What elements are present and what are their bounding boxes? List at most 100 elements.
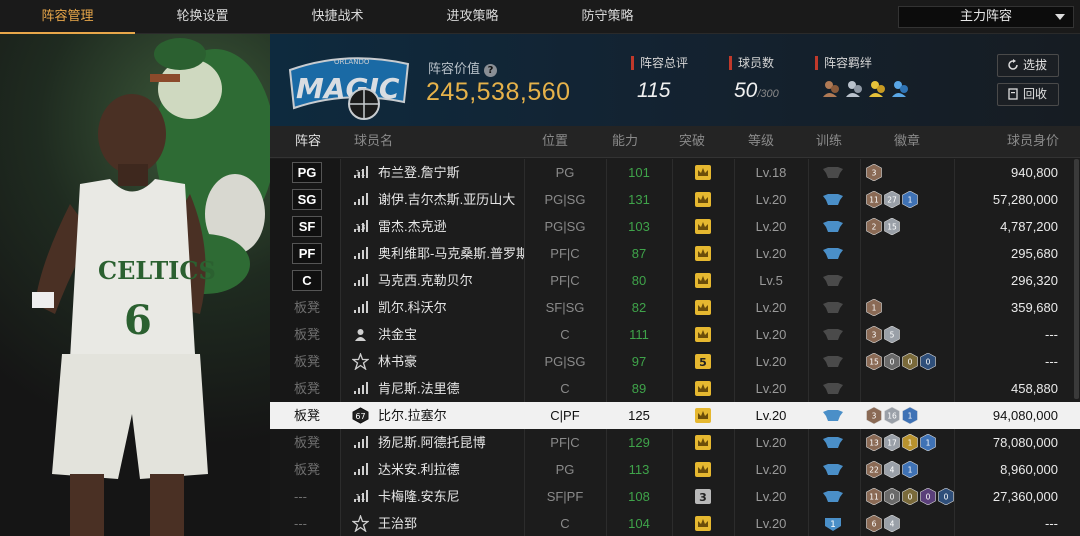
bench-slot-label[interactable]: 板凳 [294,294,320,321]
player-badge-icon[interactable]: 1 [920,434,936,451]
player-name[interactable]: 卡梅隆.安东尼 [378,483,524,510]
position-slot-box[interactable]: PF [292,243,322,264]
badges-cell[interactable]: 22 4 1 [866,456,954,483]
player-badge-icon[interactable]: 16 [884,407,900,424]
recycle-button[interactable]: 回收 [997,83,1059,106]
breakthrough-cell[interactable]: 5 [672,348,734,375]
lineup-dropdown[interactable]: 主力阵容 [898,6,1074,28]
player-name[interactable]: 雷杰.杰克逊 [378,213,524,240]
player-name[interactable]: 林书豪 [378,348,524,375]
training-cell[interactable] [808,483,860,510]
player-badge-icon[interactable]: 1 [902,407,918,424]
player-badge-icon[interactable]: 0 [938,488,954,505]
bond-bronze-icon[interactable] [821,79,841,99]
table-row[interactable]: C 马克西.克勒贝尔 PF|C 80 Lv.5 296,320 [270,267,1080,294]
training-cell[interactable] [808,159,860,186]
badges-cell[interactable] [866,375,954,402]
bond-silver-icon[interactable] [844,79,864,99]
col-header-position[interactable]: 位置 [542,126,568,158]
player-name[interactable]: 达米安.利拉德 [378,456,524,483]
bench-slot-label[interactable]: 板凳 [294,348,320,375]
table-row[interactable]: 板凳 达米安.利拉德 PG 113 Lv.20 22 4 1 8,960,000 [270,456,1080,483]
bond-gold-icon[interactable] [867,79,887,99]
badges-cell[interactable] [866,240,954,267]
breakthrough-cell[interactable] [672,402,734,429]
badges-cell[interactable] [866,267,954,294]
player-badge-icon[interactable]: 6 [866,515,882,532]
badges-cell[interactable]: 2 15 [866,213,954,240]
col-header-ability[interactable]: 能力 [612,126,638,158]
position-slot-box[interactable]: SF [292,216,322,237]
badges-cell[interactable]: 3 [866,159,954,186]
col-header-slot[interactable]: 阵容 [295,126,321,158]
help-icon[interactable]: ? [484,64,498,77]
player-badge-icon[interactable]: 3 [866,326,882,343]
col-header-breakthrough[interactable]: 突破 [679,126,705,158]
training-cell[interactable] [808,267,860,294]
tab-rotation-settings[interactable]: 轮换设置 [135,0,270,34]
table-row[interactable]: SF 13 雷杰.杰克逊 PG|SG 103 Lv.20 2 15 4,787,200 [270,213,1080,240]
player-badge-icon[interactable]: 17 [884,434,900,451]
tab-lineup-management[interactable]: 阵容管理 [0,0,135,34]
training-cell[interactable] [808,321,860,348]
table-row[interactable]: 板凳 扬尼斯.阿德托昆博 PF|C 129 Lv.20 13 17 1 1 78,080,000 [270,429,1080,456]
player-name[interactable]: 洪金宝 [378,321,524,348]
bench-slot-label[interactable]: --- [294,483,307,510]
bench-slot-label[interactable]: --- [294,510,307,536]
training-cell[interactable] [808,213,860,240]
scrollbar[interactable] [1074,159,1079,399]
player-badge-icon[interactable]: 3 [866,164,882,181]
training-cell[interactable] [808,186,860,213]
player-name[interactable]: 凯尔.科沃尔 [378,294,524,321]
badges-cell[interactable]: 13 17 1 1 [866,429,954,456]
bench-slot-label[interactable]: 板凳 [294,321,320,348]
player-name[interactable]: 马克西.克勒贝尔 [378,267,524,294]
player-badge-icon[interactable]: 2 [866,218,882,235]
player-badge-icon[interactable]: 1 [902,461,918,478]
training-cell[interactable] [808,402,860,429]
badges-cell[interactable]: 64 [866,510,954,536]
player-badge-icon[interactable]: 1 [866,299,882,316]
player-name[interactable]: 比尔.拉塞尔 [378,402,524,429]
player-badge-icon[interactable]: 3 [866,407,882,424]
position-slot-box[interactable]: PG [292,162,322,183]
bench-slot-label[interactable]: 板凳 [294,375,320,402]
table-row[interactable]: PF 奥利维耶-马克桑斯.普罗斯珀 PF|C 87 Lv.20 295,680 [270,240,1080,267]
breakthrough-cell[interactable]: 3 [672,483,734,510]
col-header-badges[interactable]: 徽章 [894,126,920,158]
player-badge-icon[interactable]: 0 [884,488,900,505]
badges-cell[interactable]: 15 0 0 0 [866,348,954,375]
bench-slot-label[interactable]: 板凳 [294,429,320,456]
badges-cell[interactable]: 3 16 1 [866,402,954,429]
player-badge-icon[interactable]: 4 [884,515,900,532]
table-row[interactable]: 板凳 林书豪 PG|SG 97 5 Lv.20 15 0 0 0 --- [270,348,1080,375]
player-badge-icon[interactable]: 1 [902,191,918,208]
breakthrough-cell[interactable] [672,213,734,240]
player-badge-icon[interactable]: 15 [884,218,900,235]
position-slot-box[interactable]: C [292,270,322,291]
player-badge-icon[interactable]: 0 [884,353,900,370]
player-name[interactable]: 肯尼斯.法里德 [378,375,524,402]
breakthrough-cell[interactable] [672,456,734,483]
player-badge-icon[interactable]: 27 [884,191,900,208]
table-row[interactable]: 板凳 洪金宝 C 111 Lv.20 3 5 --- [270,321,1080,348]
breakthrough-cell[interactable] [672,186,734,213]
bond-blue-icon[interactable] [890,79,910,99]
breakthrough-cell[interactable] [672,429,734,456]
badges-cell[interactable]: 11 27 1 [866,186,954,213]
tab-offense-strategy[interactable]: 进攻策略 [405,0,540,34]
col-header-level[interactable]: 等级 [748,126,774,158]
training-cell[interactable] [808,240,860,267]
bench-slot-label[interactable]: 板凳 [294,456,320,483]
training-cell[interactable] [808,375,860,402]
player-badge-icon[interactable]: 1 [902,434,918,451]
breakthrough-cell[interactable] [672,294,734,321]
breakthrough-cell[interactable] [672,240,734,267]
breakthrough-cell[interactable] [672,267,734,294]
badges-cell[interactable]: 35 [866,321,954,348]
player-badge-icon[interactable]: 22 [866,461,882,478]
player-badge-icon[interactable]: 0 [920,353,936,370]
training-cell[interactable]: 1 [808,510,860,536]
player-badge-icon[interactable]: 4 [884,461,900,478]
player-name[interactable]: 王治郅 [378,510,524,536]
